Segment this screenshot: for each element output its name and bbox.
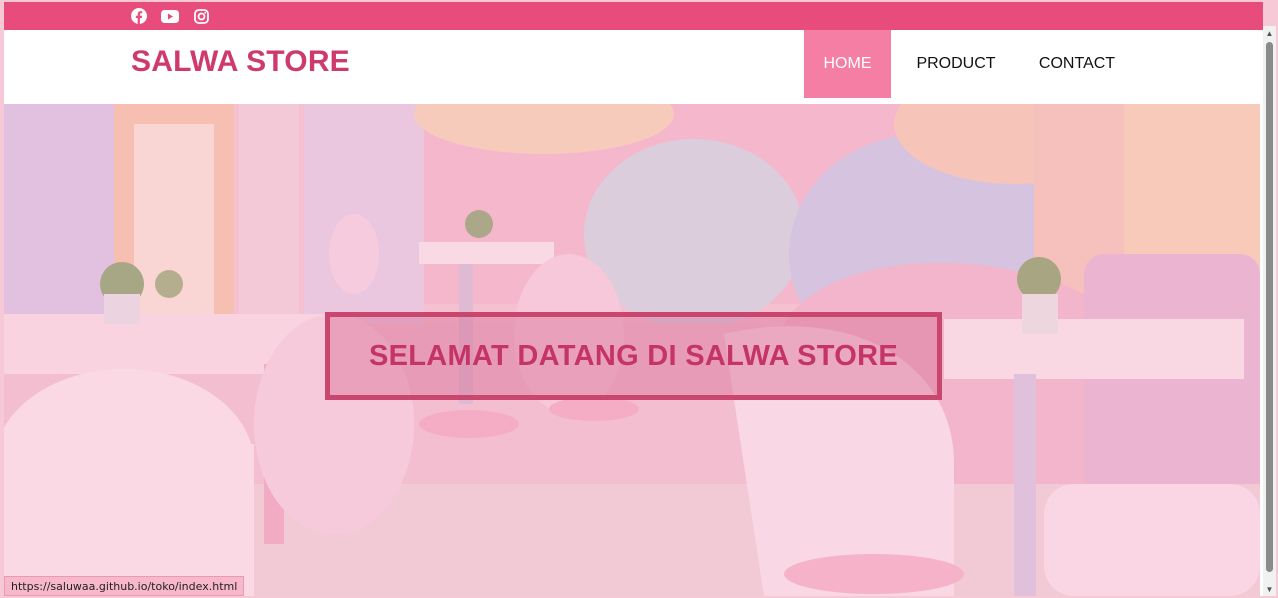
social-topbar [4,2,1263,30]
main-navbar: SALWA STORE HOME PRODUCT CONTACT [4,30,1263,104]
nav-home-link[interactable]: HOME [804,30,891,98]
youtube-icon[interactable] [161,7,179,25]
vertical-scrollbar[interactable]: ▲ ▼ [1263,26,1276,596]
welcome-heading: SELAMAT DATANG DI SALWA STORE [368,339,899,372]
browser-viewport: SALWA STORE HOME PRODUCT CONTACT SELAMAT… [4,2,1263,596]
nav-product-link[interactable]: PRODUCT [904,30,1008,98]
hero-banner: SELAMAT DATANG DI SALWA STORE [4,104,1260,596]
scroll-up-arrow-icon[interactable]: ▲ [1263,26,1276,40]
facebook-icon[interactable] [130,7,148,25]
link-status-url: https://saluwaa.github.io/toko/index.htm… [4,576,245,596]
instagram-icon[interactable] [192,7,210,25]
welcome-banner-box: SELAMAT DATANG DI SALWA STORE [325,312,942,400]
nav-contact-link[interactable]: CONTACT [1024,30,1130,98]
scroll-down-arrow-icon[interactable]: ▼ [1263,582,1276,596]
scroll-thumb[interactable] [1266,42,1273,572]
brand-logo-text[interactable]: SALWA STORE [131,45,350,79]
